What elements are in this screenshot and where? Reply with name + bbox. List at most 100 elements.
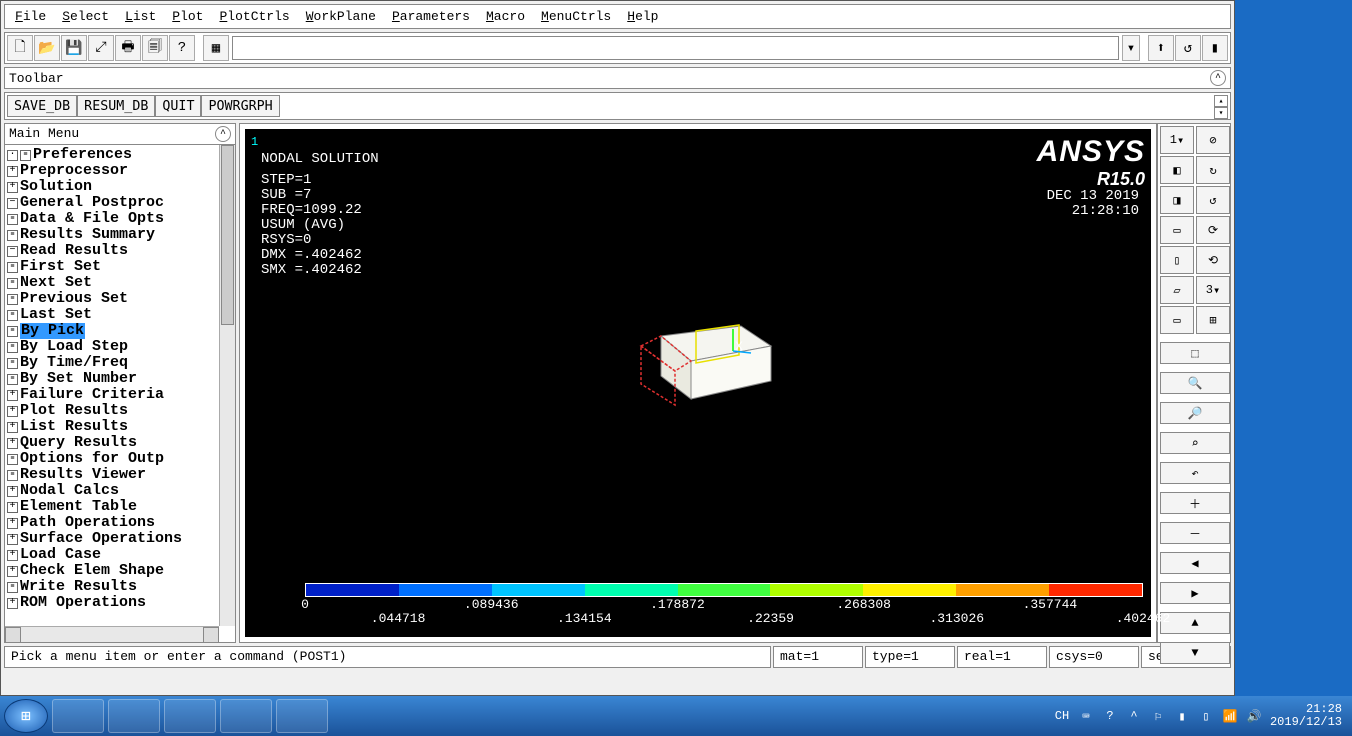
zoom-win-icon[interactable]: 🔍 <box>1160 372 1230 394</box>
tray-clock[interactable]: 21:28 2019/12/13 <box>1270 703 1342 729</box>
tree-preprocessor[interactable]: Preprocessor <box>20 163 128 179</box>
command-dropdown-icon[interactable]: ▾ <box>1122 35 1140 61</box>
report-icon[interactable]: 🗐 <box>142 35 168 61</box>
windows-taskbar[interactable]: ⊞ CH ⌨ ? ^ ⚐ ▮ ▯ 📶 🔊 21:28 2019/12/13 <box>0 696 1352 736</box>
tree-next-set[interactable]: Next Set <box>20 275 92 291</box>
zoom-back-icon[interactable]: ↶ <box>1160 462 1230 484</box>
tree-list-results[interactable]: List Results <box>20 419 128 435</box>
rotate-z-icon[interactable]: ⟳ <box>1196 216 1230 244</box>
menu-plot[interactable]: Plot <box>166 7 209 26</box>
command-input[interactable] <box>232 36 1119 60</box>
tree-nodal-calcs[interactable]: Nodal Calcs <box>20 483 119 499</box>
system-tray[interactable]: CH ⌨ ? ^ ⚐ ▮ ▯ 📶 🔊 21:28 2019/12/13 <box>1054 703 1348 729</box>
tree-plot-results[interactable]: Plot Results <box>20 403 128 419</box>
pan-left-icon[interactable]: ◀ <box>1160 552 1230 574</box>
task-notepad[interactable] <box>276 699 328 733</box>
tree-options-for-outp[interactable]: Options for Outp <box>20 451 164 467</box>
dynamic-mode-icon[interactable]: ⊞ <box>1196 306 1230 334</box>
flag-icon[interactable]: ⚐ <box>1150 708 1166 724</box>
right-view-icon[interactable]: ▯ <box>1160 246 1194 274</box>
graphics-viewport[interactable]: 1 NODAL SOLUTION STEP=1 SUB =7 FREQ=1099… <box>239 123 1157 643</box>
front-view-icon[interactable]: ▭ <box>1160 216 1194 244</box>
tree-previous-set[interactable]: Previous Set <box>20 291 128 307</box>
tree-rom-operations[interactable]: ROM Operations <box>20 595 146 611</box>
top-view-icon[interactable]: ▱ <box>1160 276 1194 304</box>
tree-by-load-step[interactable]: By Load Step <box>20 339 128 355</box>
tree-by-set-number[interactable]: By Set Number <box>20 371 137 387</box>
pan-right-icon[interactable]: ▶ <box>1160 582 1230 604</box>
rotate-icon[interactable]: ↻ <box>1196 156 1230 184</box>
tree-general-postproc[interactable]: General Postproc <box>20 195 164 211</box>
menu-help[interactable]: Help <box>621 7 664 26</box>
main-menu-collapse-icon[interactable]: ^ <box>215 126 231 142</box>
menu-macro[interactable]: Macro <box>480 7 531 26</box>
save-icon[interactable]: 💾 <box>61 35 87 61</box>
tree-results-summary[interactable]: Results Summary <box>20 227 155 243</box>
menu-plotctrls[interactable]: PlotCtrls <box>213 7 295 26</box>
zoom-fit-icon[interactable]: 🔎 <box>1160 402 1230 424</box>
rotate-y-icon[interactable]: ↺ <box>1196 186 1230 214</box>
task-ansys[interactable] <box>164 699 216 733</box>
tree-data-file-opts[interactable]: Data & File Opts <box>20 211 164 227</box>
rate-select[interactable]: 3▾ <box>1196 276 1230 304</box>
print-icon[interactable]: 🖶 <box>115 35 141 61</box>
resum-db-button[interactable]: RESUM_DB <box>77 95 155 117</box>
fit-view-icon[interactable]: ⬚ <box>1160 342 1230 364</box>
menu-select[interactable]: Select <box>56 7 115 26</box>
tree-by-time-freq[interactable]: By Time/Freq <box>20 355 128 371</box>
task-wmp[interactable] <box>52 699 104 733</box>
pan-up-icon[interactable]: ▲ <box>1160 612 1230 634</box>
raise-icon[interactable]: ⬆ <box>1148 35 1174 61</box>
tree-scrollbar-h[interactable] <box>5 626 219 642</box>
tree-preferences[interactable]: Preferences <box>33 147 132 163</box>
tree-check-elem-shape[interactable]: Check Elem Shape <box>20 563 164 579</box>
help-icon[interactable]: ? <box>169 35 195 61</box>
reset-icon[interactable]: ↺ <box>1175 35 1201 61</box>
tree-scrollbar-v[interactable] <box>219 145 235 626</box>
zoom-in-icon[interactable]: ＋ <box>1160 492 1230 514</box>
menu-parameters[interactable]: Parameters <box>386 7 476 26</box>
menu-menuctrls[interactable]: MenuCtrls <box>535 7 617 26</box>
volume-icon[interactable]: 🔊 <box>1246 708 1262 724</box>
rotate-x-icon[interactable]: ⟲ <box>1196 246 1230 274</box>
new-icon[interactable]: 🗋 <box>7 35 33 61</box>
tree-load-case[interactable]: Load Case <box>20 547 101 563</box>
contact-icon[interactable]: ▮ <box>1202 35 1228 61</box>
pan-down-icon[interactable]: ▼ <box>1160 642 1230 664</box>
battery-icon[interactable]: ▮ <box>1174 708 1190 724</box>
quit-button[interactable]: QUIT <box>155 95 201 117</box>
tree-solution[interactable]: Solution <box>20 179 92 195</box>
pick-none-icon[interactable]: ⊘ <box>1196 126 1230 154</box>
task-explorer[interactable] <box>220 699 272 733</box>
keyboard-icon[interactable]: ⌨ <box>1078 708 1094 724</box>
menu-file[interactable]: File <box>9 7 52 26</box>
oblique-view-icon[interactable]: ◨ <box>1160 186 1194 214</box>
main-menu-tree[interactable]: ·≡Preferences +Preprocessor +Solution −G… <box>5 145 235 642</box>
network-icon[interactable]: ▯ <box>1198 708 1214 724</box>
toolbar-scroll[interactable]: ▴▾ <box>1214 95 1228 117</box>
tree-results-viewer[interactable]: Results Viewer <box>20 467 146 483</box>
start-button[interactable]: ⊞ <box>4 699 48 733</box>
tree-failure-criteria[interactable]: Failure Criteria <box>20 387 164 403</box>
save-db-button[interactable]: SAVE_DB <box>7 95 77 117</box>
tree-first-set[interactable]: First Set <box>20 259 101 275</box>
left-view-icon[interactable]: ▭ <box>1160 306 1194 334</box>
tree-last-set[interactable]: Last Set <box>20 307 92 323</box>
menu-workplane[interactable]: WorkPlane <box>300 7 382 26</box>
zoom-out-icon[interactable]: － <box>1160 522 1230 544</box>
pan-icon[interactable]: ⤢ <box>88 35 114 61</box>
tree-read-results[interactable]: Read Results <box>20 243 128 259</box>
tree-surface-operations[interactable]: Surface Operations <box>20 531 182 547</box>
ime-icon[interactable]: CH <box>1054 708 1070 724</box>
iso-view-icon[interactable]: ◧ <box>1160 156 1194 184</box>
window-layout-select[interactable]: 1▾ <box>1160 126 1194 154</box>
toolbar-collapse-icon[interactable]: ^ <box>1210 70 1226 86</box>
tree-by-pick[interactable]: By Pick <box>20 323 85 339</box>
menu-list[interactable]: List <box>119 7 162 26</box>
help-tray-icon[interactable]: ? <box>1102 708 1118 724</box>
tree-write-results[interactable]: Write Results <box>20 579 137 595</box>
chevron-up-icon[interactable]: ^ <box>1126 708 1142 724</box>
grid-icon[interactable]: ▦ <box>203 35 229 61</box>
tree-element-table[interactable]: Element Table <box>20 499 137 515</box>
powrgrph-button[interactable]: POWRGRPH <box>201 95 279 117</box>
